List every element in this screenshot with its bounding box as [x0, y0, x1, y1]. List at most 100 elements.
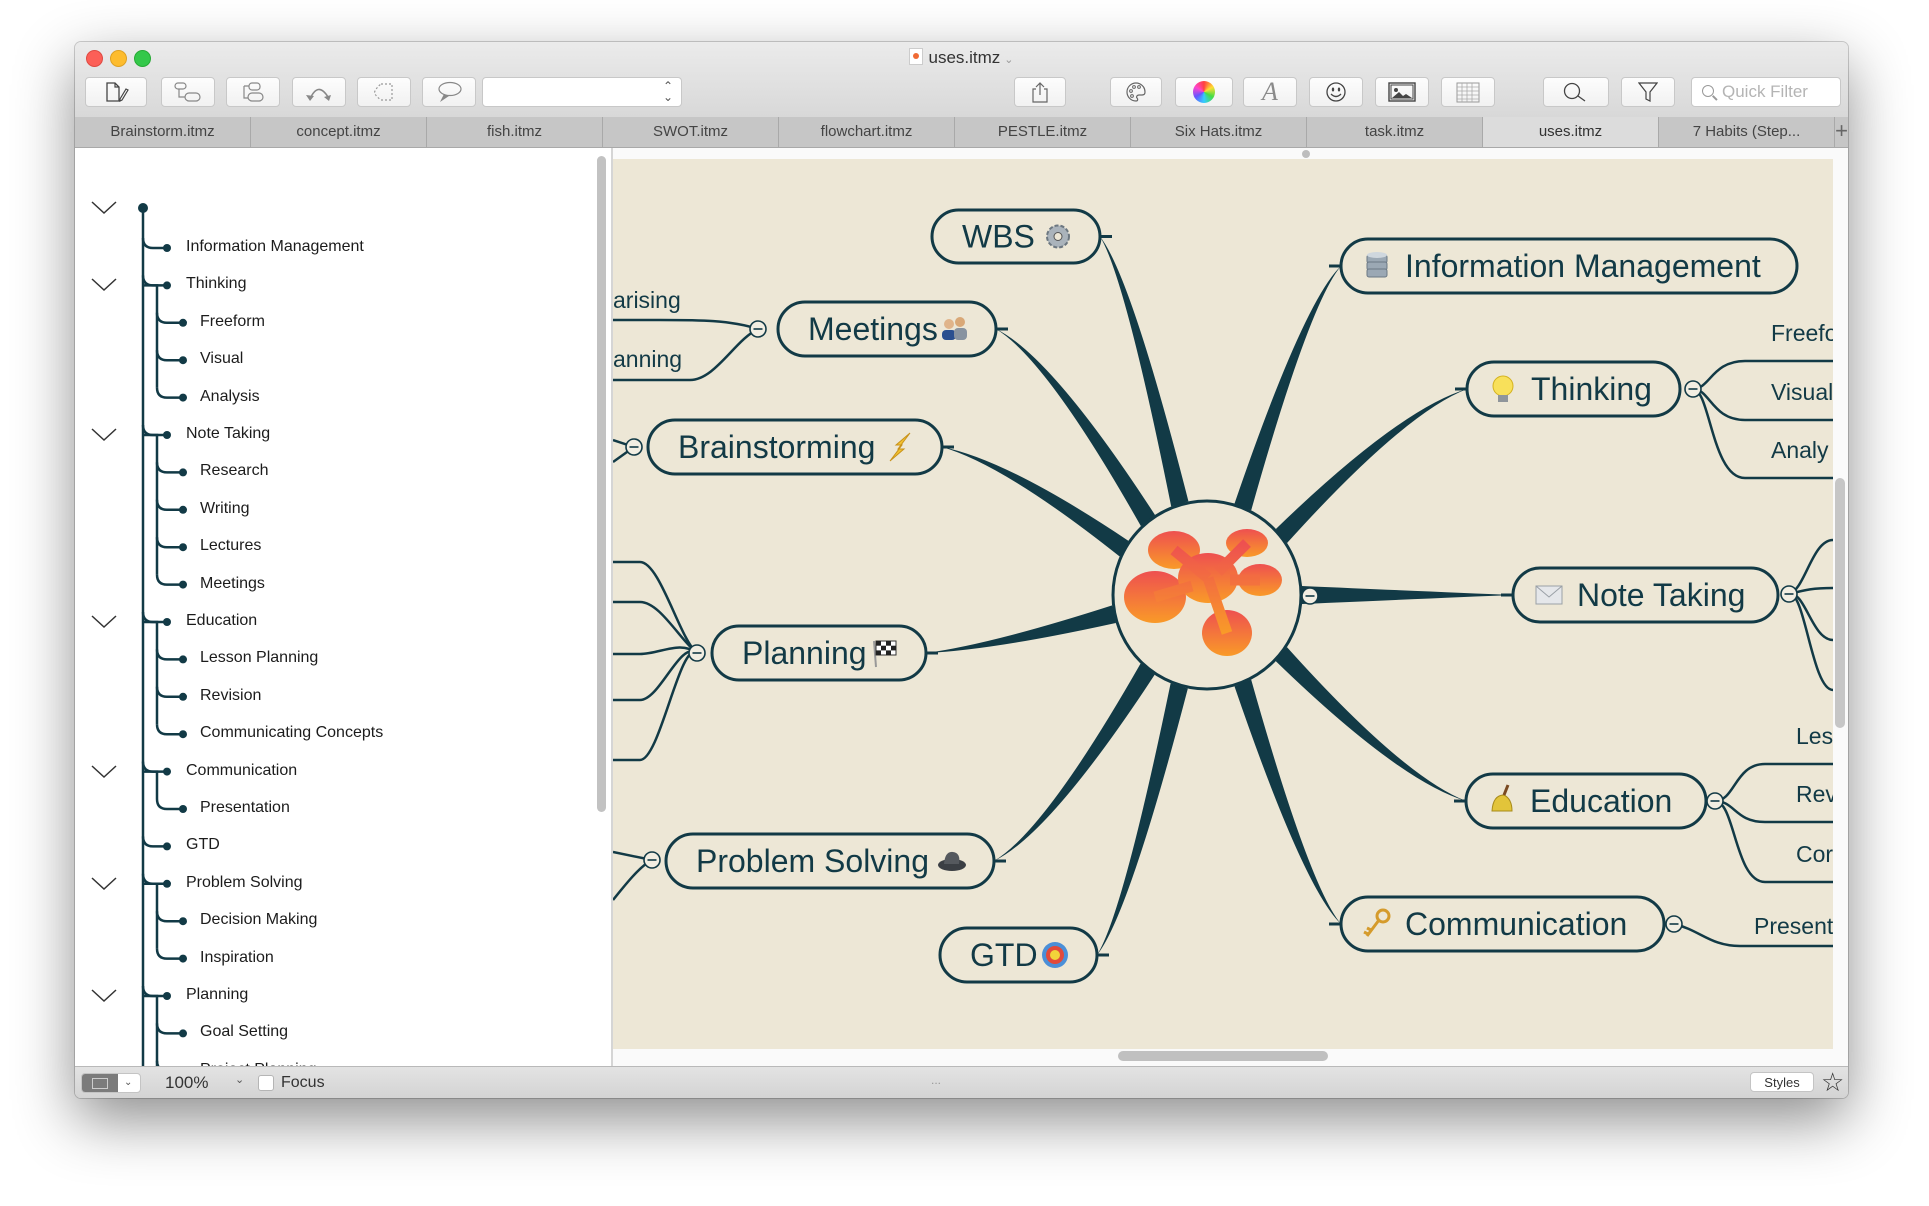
collapse-chevron-icon[interactable]	[91, 988, 117, 1004]
color-button[interactable]	[1175, 77, 1233, 107]
outline-item[interactable]: Thinking	[186, 275, 246, 293]
zoom-level[interactable]: 100%	[165, 1073, 208, 1093]
new-topic-note-button[interactable]	[85, 77, 147, 107]
tab-pestle-itmz[interactable]: PESTLE.itmz	[955, 117, 1131, 147]
topic-communication[interactable]: Communication	[1339, 895, 1666, 953]
tab-concept-itmz[interactable]: concept.itmz	[251, 117, 427, 147]
canvas-resize-handle[interactable]	[1302, 150, 1310, 158]
subtopic-label[interactable]: Present	[1754, 913, 1834, 939]
table-button[interactable]	[1441, 77, 1495, 107]
problem-solving-collapse-button[interactable]	[643, 851, 661, 869]
outline-item[interactable]: Planning	[186, 986, 248, 1004]
outline-item[interactable]: Communicating Concepts	[200, 724, 383, 742]
zoom-dropdown-icon[interactable]: ⌄	[235, 1073, 244, 1086]
thinking-collapse-button[interactable]	[1684, 380, 1702, 398]
quick-filter-input[interactable]: Quick Filter	[1691, 77, 1841, 107]
outline-item[interactable]: Goal Setting	[200, 1023, 288, 1041]
outline-item[interactable]: Freeform	[200, 313, 265, 331]
emoji-button[interactable]	[1309, 77, 1363, 107]
communication-collapse-button[interactable]	[1665, 915, 1683, 933]
brainstorming-collapse-button[interactable]	[625, 438, 643, 456]
outline-item[interactable]: Inspiration	[200, 949, 274, 967]
tab-uses-itmz[interactable]: uses.itmz	[1483, 117, 1659, 147]
outline-item[interactable]: Lectures	[200, 537, 261, 555]
star-icon[interactable]: ☆	[1821, 1067, 1844, 1097]
search-button[interactable]	[1543, 77, 1609, 107]
subtopic-label[interactable]: arising	[613, 287, 681, 313]
outline-item[interactable]: Education	[186, 612, 257, 630]
outline-item[interactable]: Revision	[200, 687, 261, 705]
outline-item[interactable]: Analysis	[200, 388, 260, 406]
outline-item[interactable]: Writing	[200, 500, 250, 518]
tab-swot-itmz[interactable]: SWOT.itmz	[603, 117, 779, 147]
style-select[interactable]: ⌃ ⌄	[482, 77, 682, 107]
outline-item[interactable]: Visual	[200, 350, 243, 368]
topic-brainstorming[interactable]: Brainstorming	[646, 418, 944, 476]
topic-education[interactable]: Education	[1464, 772, 1708, 830]
outline-item[interactable]: Information Management	[186, 238, 364, 256]
topic-meetings[interactable]: Meetings	[776, 300, 998, 358]
canvas-horizontal-scrollbar[interactable]	[1118, 1051, 1328, 1061]
share-button[interactable]	[1014, 77, 1066, 107]
topic-problem-solving[interactable]: Problem Solving	[664, 832, 996, 890]
add-sibling-topic-button[interactable]	[226, 77, 280, 107]
filter-button[interactable]	[1621, 77, 1675, 107]
styles-button[interactable]: Styles	[1750, 1072, 1814, 1092]
outline-item[interactable]: Note Taking	[186, 425, 270, 443]
sidebar-toggle-button[interactable]: ⌄	[81, 1073, 141, 1093]
planning-collapse-button[interactable]	[688, 644, 706, 662]
topic-note-taking[interactable]: Note Taking	[1511, 566, 1780, 624]
tab-brainstorm-itmz[interactable]: Brainstorm.itmz	[75, 117, 251, 147]
note-taking-collapse-button[interactable]	[1780, 585, 1798, 603]
outline-node-dot	[163, 767, 171, 776]
tab-task-itmz[interactable]: task.itmz	[1307, 117, 1483, 147]
topic-gtd[interactable]: GTD	[938, 926, 1099, 984]
subtopic-label[interactable]: anning	[613, 346, 682, 372]
collapse-chevron-icon[interactable]	[91, 200, 117, 216]
outline-item[interactable]: Research	[200, 462, 268, 480]
search-icon	[1702, 85, 1714, 97]
relationship-button[interactable]	[292, 77, 346, 107]
outline-item[interactable]: Communication	[186, 762, 297, 780]
outline-item[interactable]: GTD	[186, 836, 220, 854]
subtopic-label[interactable]: Les	[1796, 723, 1833, 749]
tab-flowchart-itmz[interactable]: flowchart.itmz	[779, 117, 955, 147]
palette-button[interactable]	[1110, 77, 1162, 107]
collapse-chevron-icon[interactable]	[91, 277, 117, 293]
tab-fish-itmz[interactable]: fish.itmz	[427, 117, 603, 147]
font-button[interactable]: A	[1243, 77, 1297, 107]
focus-checkbox[interactable]	[258, 1075, 274, 1091]
collapse-chevron-icon[interactable]	[91, 427, 117, 443]
collapse-chevron-icon[interactable]	[91, 764, 117, 780]
image-button[interactable]	[1375, 77, 1429, 107]
tab-7-habits-step[interactable]: 7 Habits (Step...	[1659, 117, 1835, 147]
outline-item[interactable]: Problem Solving	[186, 874, 303, 892]
subtopic-label[interactable]: Cor	[1796, 841, 1833, 867]
outline-item[interactable]: Presentation	[200, 799, 290, 817]
collapse-chevron-icon[interactable]	[91, 876, 117, 892]
collapse-chevron-icon[interactable]	[91, 614, 117, 630]
add-child-topic-button[interactable]	[161, 77, 215, 107]
central-collapse-button[interactable]	[1301, 587, 1319, 605]
topic-thinking[interactable]: Thinking	[1465, 360, 1682, 418]
sidebar-vertical-scrollbar[interactable]	[597, 156, 606, 812]
document-title[interactable]: uses.itmz ⌄	[75, 48, 1848, 68]
boundary-button[interactable]	[357, 77, 411, 107]
canvas-vertical-scrollbar[interactable]	[1835, 478, 1845, 728]
outline-item[interactable]: Meetings	[200, 575, 265, 593]
topic-planning[interactable]: Planning	[710, 624, 928, 682]
outline-item[interactable]: Lesson Planning	[200, 649, 318, 667]
topic-wbs[interactable]: WBS	[930, 208, 1102, 265]
tab-six-hats-itmz[interactable]: Six Hats.itmz	[1131, 117, 1307, 147]
meetings-collapse-button[interactable]	[749, 320, 767, 338]
mindmap-canvas[interactable]: WBS Meetings Brainstorming Planning Problem …	[613, 148, 1848, 1066]
subtopic-label[interactable]: Visual	[1771, 379, 1833, 405]
subtopic-label[interactable]: Freefo	[1771, 320, 1837, 346]
topic-information-management[interactable]: Information Management	[1339, 237, 1799, 295]
subtopic-label[interactable]: Rev	[1796, 781, 1837, 807]
callout-button[interactable]	[422, 77, 476, 107]
add-tab-button[interactable]: +	[1835, 117, 1848, 147]
subtopic-label[interactable]: Analy	[1771, 437, 1829, 463]
education-collapse-button[interactable]	[1706, 792, 1724, 810]
outline-item[interactable]: Decision Making	[200, 911, 317, 929]
